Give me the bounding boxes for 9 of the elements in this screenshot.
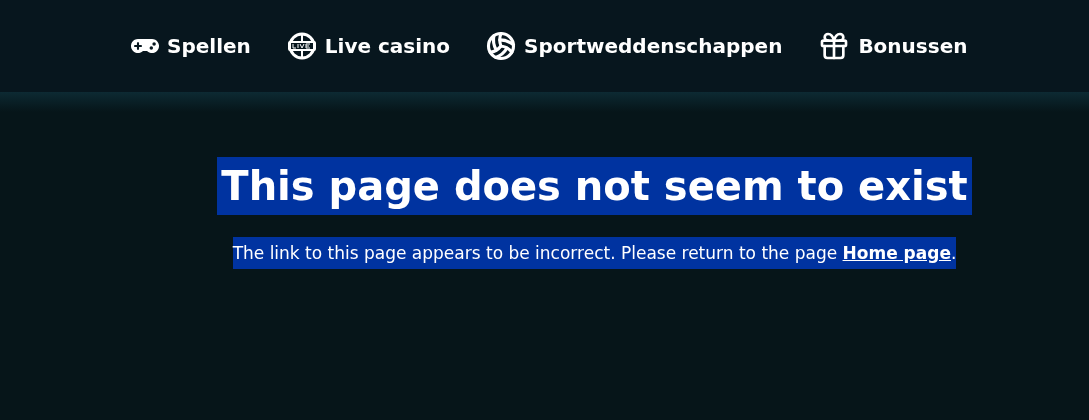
nav-link[interactable]: Live casino bbox=[286, 31, 451, 61]
live-badge-icon bbox=[286, 31, 317, 61]
ball-icon bbox=[486, 31, 517, 61]
home-page-link[interactable]: Home page bbox=[842, 243, 951, 263]
error-message: The link to this page appears to be incorrect. Please return to the page Home page. bbox=[232, 237, 957, 269]
nav-link[interactable]: Bonussen bbox=[818, 30, 968, 62]
nav-link[interactable]: Sportweddenschappen bbox=[486, 31, 783, 61]
nav-link[interactable]: Spellen bbox=[131, 31, 251, 61]
error-heading: This page does not seem to exist bbox=[217, 157, 972, 215]
